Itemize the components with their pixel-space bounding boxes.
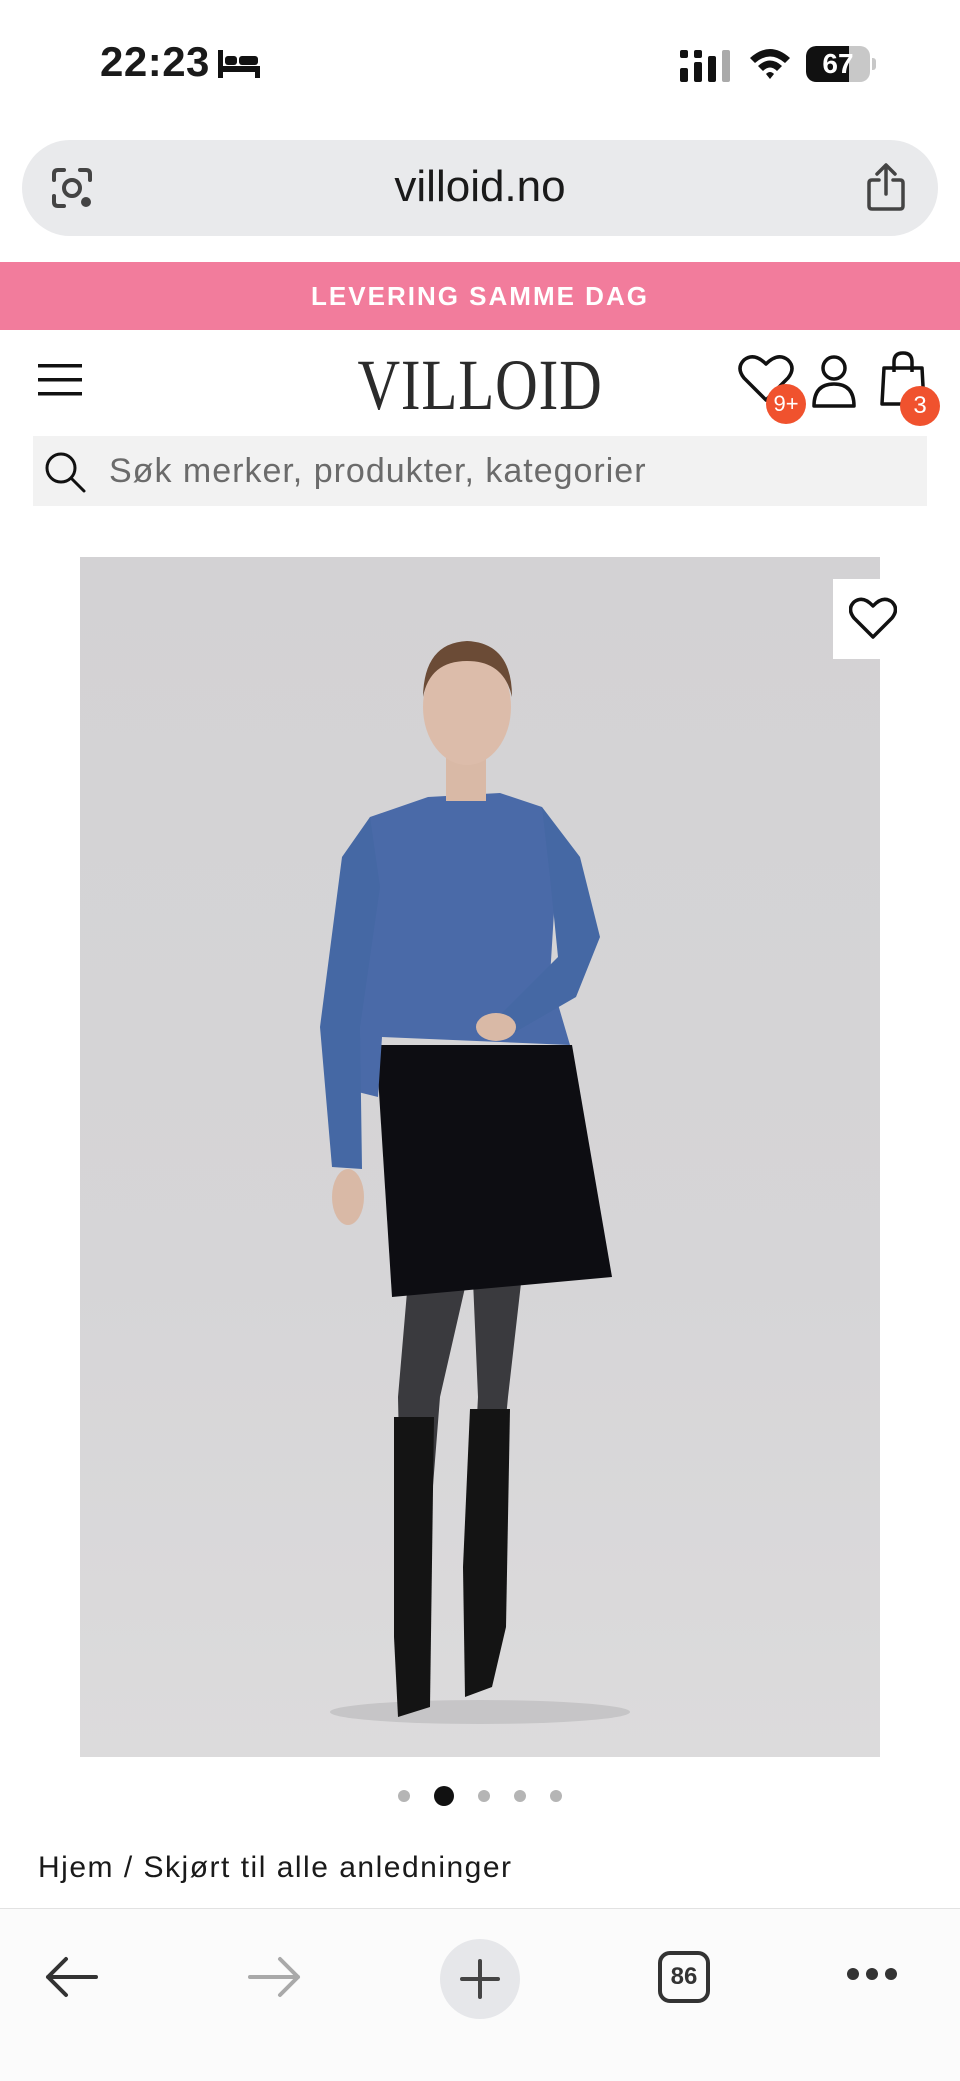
carousel-indicator[interactable] [0, 1786, 960, 1810]
breadcrumb-separator: / [114, 1851, 144, 1884]
model-photo [320, 641, 630, 1724]
carousel-dot[interactable] [478, 1790, 490, 1802]
search-icon [45, 452, 86, 493]
battery-level: 67 [822, 48, 854, 79]
more-icon[interactable] [846, 1967, 898, 1981]
url-text[interactable]: villoid.no [22, 162, 938, 212]
search-input[interactable] [109, 436, 909, 506]
breadcrumb: Hjem / Skjørt til alle anledninger [38, 1851, 513, 1885]
back-arrow-icon[interactable] [44, 1955, 98, 1999]
share-icon[interactable] [866, 162, 906, 212]
bed-icon [218, 50, 260, 78]
plus-icon [460, 1959, 500, 1999]
favorite-heart-icon [849, 597, 897, 639]
tabs-button[interactable]: 86 [658, 1951, 710, 2003]
battery-icon: 67 [806, 46, 876, 82]
promo-banner[interactable]: LEVERING SAMME DAG [0, 262, 960, 330]
cart-badge: 3 [900, 386, 940, 426]
site-header: VILLOID 9+ 3 [0, 330, 960, 430]
new-tab-button[interactable] [440, 1939, 520, 2019]
wifi-icon [750, 49, 790, 79]
browser-toolbar: 86 [0, 1908, 960, 2081]
breadcrumb-home[interactable]: Hjem [38, 1851, 114, 1884]
carousel-dot[interactable] [550, 1790, 562, 1802]
favorite-button[interactable] [833, 579, 913, 659]
status-bar: 22:23 67 [0, 0, 960, 130]
forward-arrow-icon[interactable] [248, 1955, 302, 1999]
wishlist-badge: 9+ [766, 384, 806, 424]
product-image[interactable] [80, 557, 880, 1757]
cellular-signal-icon [680, 50, 730, 82]
carousel-dot[interactable] [398, 1790, 410, 1802]
user-icon[interactable] [810, 354, 858, 408]
carousel-dot[interactable] [514, 1790, 526, 1802]
status-time: 22:23 [100, 38, 210, 85]
address-bar[interactable]: villoid.no [22, 140, 938, 236]
menu-icon[interactable] [38, 362, 82, 398]
search-bar[interactable] [33, 436, 927, 506]
carousel-dot[interactable] [434, 1786, 454, 1806]
breadcrumb-category[interactable]: Skjørt til alle anledninger [144, 1851, 513, 1884]
